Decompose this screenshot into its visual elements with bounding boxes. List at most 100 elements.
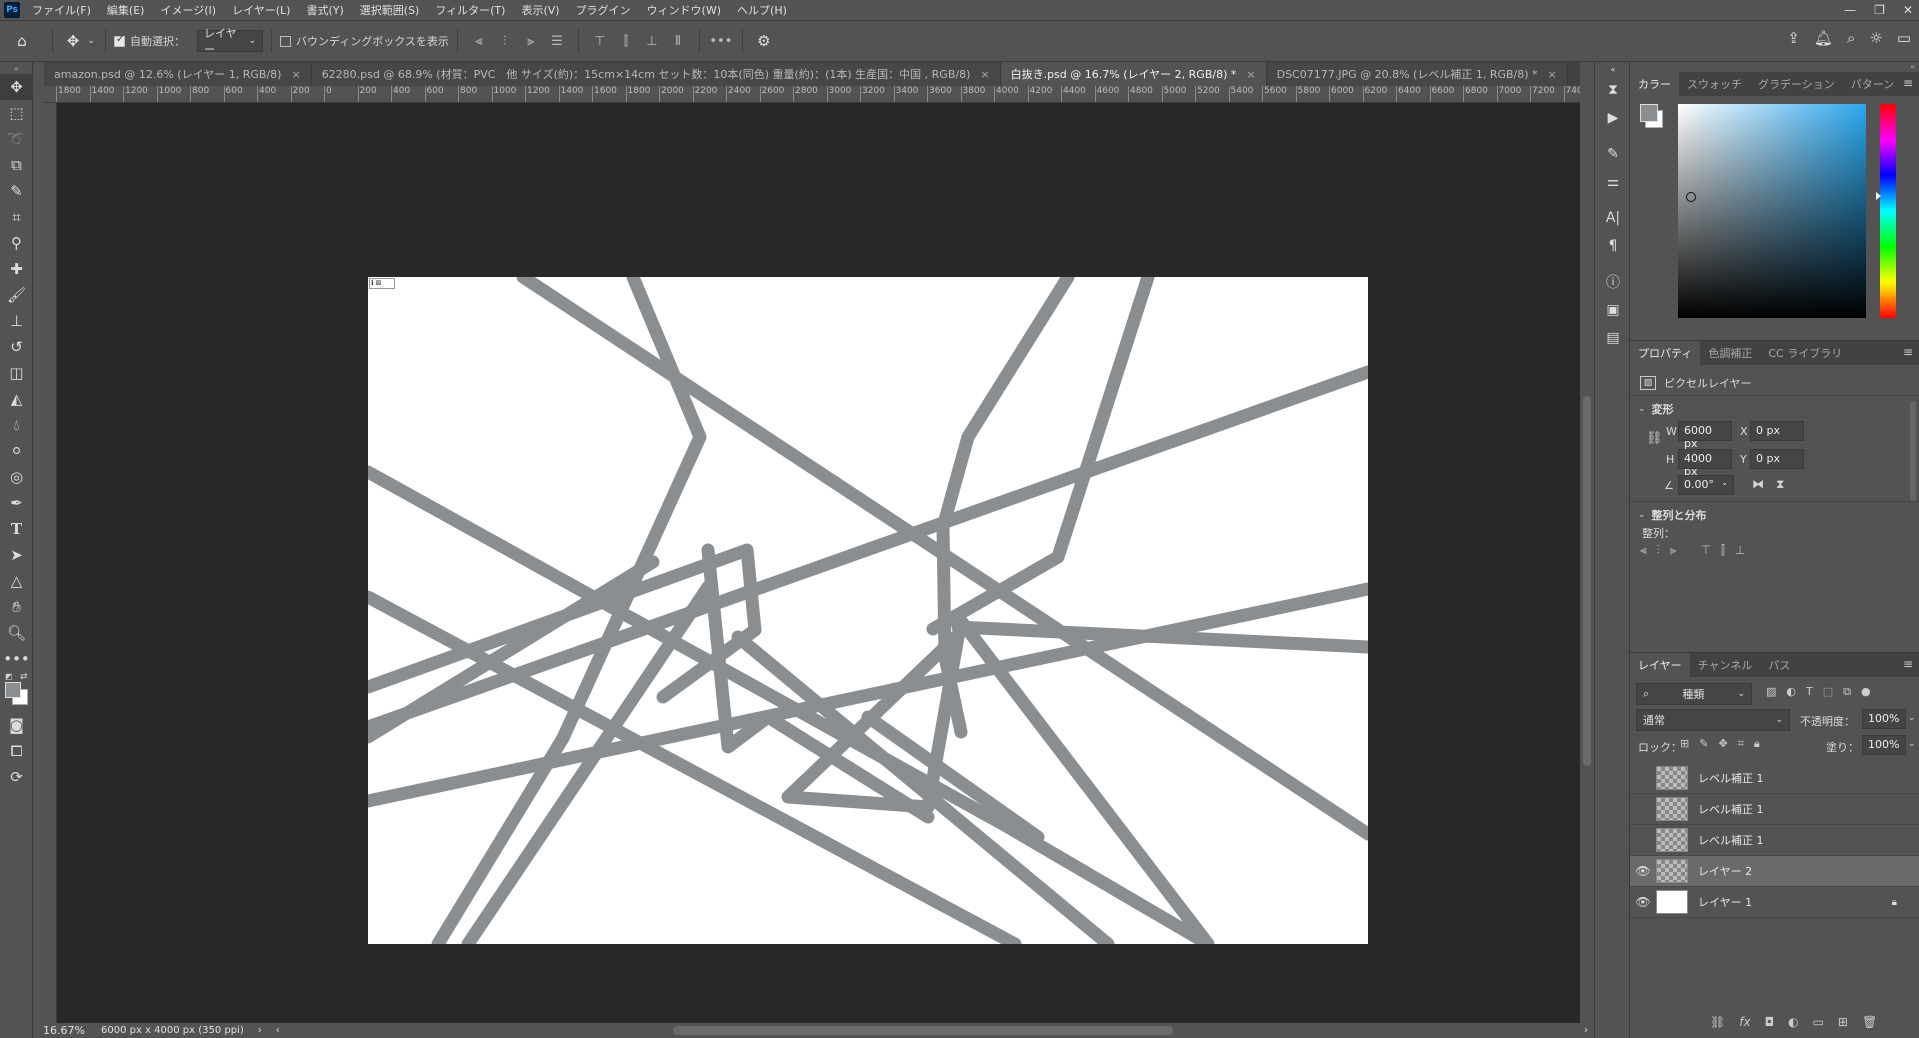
zoom-level[interactable]: 16.67% — [33, 1024, 89, 1037]
properties-scrollbar-thumb[interactable] — [1910, 401, 1916, 501]
transform-section-header[interactable]: ⌄ 変形 — [1638, 401, 1674, 417]
panel-menu-icon[interactable]: ≡ — [1903, 345, 1913, 359]
lasso-tool-icon[interactable]: ➰ — [0, 126, 33, 152]
navigator-icon[interactable]: ▣ — [1595, 296, 1631, 324]
align-left-icon[interactable]: ⫷ — [466, 30, 492, 52]
status-expand-icon[interactable]: › — [244, 1025, 262, 1036]
menu-window[interactable]: ウィンドウ(W) — [639, 2, 729, 18]
move-tool-preset-icon[interactable]: ✥ — [61, 32, 85, 50]
x-input[interactable]: 0 px — [1750, 421, 1804, 441]
bell-icon[interactable]: 🔔︎ — [1814, 29, 1833, 47]
menu-help[interactable]: ヘルプ(H) — [729, 2, 795, 18]
filter-smart-object-icon[interactable]: ⧉ — [1843, 685, 1851, 699]
tab-cc-libraries[interactable]: CC ライブラリ — [1760, 341, 1850, 365]
layer-filter-dropdown[interactable]: ⌕ 種類 ⌄ — [1636, 683, 1752, 705]
blur-tool-icon[interactable]: 💧︎ — [0, 412, 33, 438]
align-vertical-center-icon[interactable]: ⫿ — [613, 30, 639, 52]
brush-tool-icon[interactable]: 🖌︎ — [0, 282, 33, 308]
show-bbox-checkbox[interactable]: バウンディングボックスを表示 — [280, 33, 449, 49]
layer-name[interactable]: レイヤー 1 — [1698, 894, 1752, 910]
close-window-icon[interactable]: ✕ — [1903, 3, 1913, 17]
discover-lightbulb-icon[interactable]: ☼ — [1869, 29, 1882, 47]
tab-shironuki-psd[interactable]: 白抜き.psd @ 16.7% (レイヤー 2, RGB/8) * × — [1000, 62, 1267, 86]
tab-paths[interactable]: パス — [1760, 653, 1798, 677]
checkbox-checked-icon[interactable] — [114, 34, 125, 47]
close-icon[interactable]: × — [1246, 68, 1255, 81]
flip-vertical-icon[interactable]: ⧗ — [1776, 477, 1784, 492]
pen-tool-icon[interactable]: ✒ — [0, 490, 33, 516]
filter-adjustment-icon[interactable]: ◐ — [1786, 685, 1796, 699]
brush-settings-icon[interactable]: ✎ — [1595, 140, 1631, 168]
actions-play-icon[interactable]: ▶ — [1595, 104, 1631, 132]
adjustments-sliders-icon[interactable]: ⚌ — [1595, 168, 1631, 196]
edit-toolbar-icon[interactable]: ••• — [0, 646, 33, 672]
lock-position-icon[interactable]: ✥ — [1718, 737, 1727, 751]
document-canvas[interactable]: ℹ ⊠ — [361, 270, 1375, 951]
dodge-tool-icon[interactable]: ⚪ — [0, 438, 33, 464]
paragraph-icon[interactable]: ¶ — [1595, 232, 1631, 260]
height-input[interactable]: 4000 px — [1678, 449, 1732, 478]
move-tool-icon[interactable]: ✥ — [0, 74, 33, 100]
close-icon[interactable]: × — [291, 68, 300, 81]
quick-mask-icon[interactable]: ◙ — [0, 712, 33, 738]
eye-icon[interactable]: 👁︎ — [1630, 895, 1656, 909]
filter-pixel-icon[interactable]: ▨ — [1766, 685, 1776, 699]
align-section-header[interactable]: ⌄ 整列と分布 — [1638, 507, 1707, 523]
tab-gradients[interactable]: グラデーション — [1750, 72, 1843, 96]
align-bottom-icon[interactable]: ⊥ — [1735, 543, 1745, 558]
visibility-off-icon[interactable] — [1630, 835, 1656, 845]
menu-edit[interactable]: 編集(E) — [99, 2, 153, 18]
lock-all-icon[interactable]: 🔒︎ — [1754, 737, 1760, 751]
marquee-tool-icon[interactable]: ⬚ — [0, 100, 33, 126]
angle-input[interactable]: 0.00° ⌄ — [1678, 475, 1734, 495]
hue-slider-handle[interactable] — [1876, 192, 1881, 200]
frame-tool-icon[interactable]: ⟳ — [0, 764, 33, 790]
menu-plugins[interactable]: プラグイン — [568, 2, 639, 18]
tab-amazon-psd[interactable]: amazon.psd @ 12.6% (レイヤー 1, RGB/8) × — [44, 62, 312, 86]
menu-layer[interactable]: レイヤー(L) — [224, 2, 298, 18]
minimize-icon[interactable]: — — [1844, 3, 1856, 17]
fx-icon[interactable]: fx — [1739, 1015, 1750, 1029]
layer-name[interactable]: レベル補正 1 — [1698, 832, 1764, 848]
object-selection-tool-icon[interactable]: ⧉ — [0, 152, 33, 178]
notes-icon[interactable]: ▤ — [1595, 324, 1631, 352]
layer-name[interactable]: レベル補正 1 — [1698, 770, 1764, 786]
chevron-down-icon[interactable]: ⌄ — [1908, 739, 1916, 749]
character-icon[interactable]: A| — [1595, 204, 1631, 232]
tab-swatches[interactable]: スウォッチ — [1679, 72, 1750, 96]
menu-file[interactable]: ファイル(F) — [24, 2, 99, 18]
new-layer-icon[interactable]: ⊞ — [1838, 1015, 1848, 1029]
gear-icon[interactable]: ⚙ — [751, 30, 777, 52]
auto-select-target-dropdown[interactable]: レイヤー ⌄ — [197, 27, 263, 56]
lock-pixels-icon[interactable]: ✎ — [1699, 737, 1708, 751]
restore-icon[interactable]: ❐ — [1874, 3, 1885, 17]
auto-select-checkbox[interactable]: 自動選択： — [114, 33, 185, 49]
align-bottom-icon[interactable]: ⊥ — [639, 30, 665, 52]
sponge-tool-icon[interactable]: ◎ — [0, 464, 33, 490]
align-right-icon[interactable]: ⫸ — [518, 30, 544, 52]
tab-patterns[interactable]: パターン — [1843, 72, 1902, 96]
new-group-folder-icon[interactable]: ▭ — [1813, 1015, 1824, 1029]
document-info[interactable]: 6000 px x 4000 px (350 ppi) — [89, 1025, 244, 1036]
layer-name[interactable]: レイヤー 2 — [1698, 863, 1752, 879]
align-vertical-center-icon[interactable]: ⫿ — [1721, 543, 1725, 558]
lock-artboard-icon[interactable]: ⌗ — [1738, 737, 1744, 751]
tab-color[interactable]: カラー — [1630, 72, 1679, 96]
screen-mode-icon[interactable]: ⧠ — [0, 738, 33, 764]
collapse-toolbar-icon[interactable]: » — [0, 62, 33, 74]
align-top-icon[interactable]: ⊤ — [587, 30, 613, 52]
visibility-off-icon[interactable] — [1630, 804, 1656, 814]
type-tool-icon[interactable]: T — [0, 516, 33, 542]
clone-stamp-tool-icon[interactable]: ⊥ — [0, 308, 33, 334]
align-right-icon[interactable]: ⫸ — [1670, 543, 1677, 558]
fill-input[interactable]: 100% — [1862, 735, 1906, 755]
tab-properties[interactable]: プロパティ — [1630, 341, 1701, 365]
trash-icon[interactable]: 🗑︎ — [1862, 1015, 1877, 1029]
blend-mode-dropdown[interactable]: 通常 ⌄ — [1636, 709, 1790, 731]
eye-icon[interactable]: 👁︎ — [1630, 864, 1656, 878]
tab-dsc07177-jpg[interactable]: DSC07177.JPG @ 20.8% (レベル補正 1, RGB/8) * … — [1266, 62, 1568, 86]
scroll-right-icon[interactable]: › — [1584, 1025, 1588, 1036]
menu-select[interactable]: 選択範囲(S) — [352, 2, 428, 18]
align-horizontal-center-icon[interactable]: ⫶ — [1657, 543, 1660, 558]
hand-tool-icon[interactable]: ✋︎ — [0, 594, 33, 620]
